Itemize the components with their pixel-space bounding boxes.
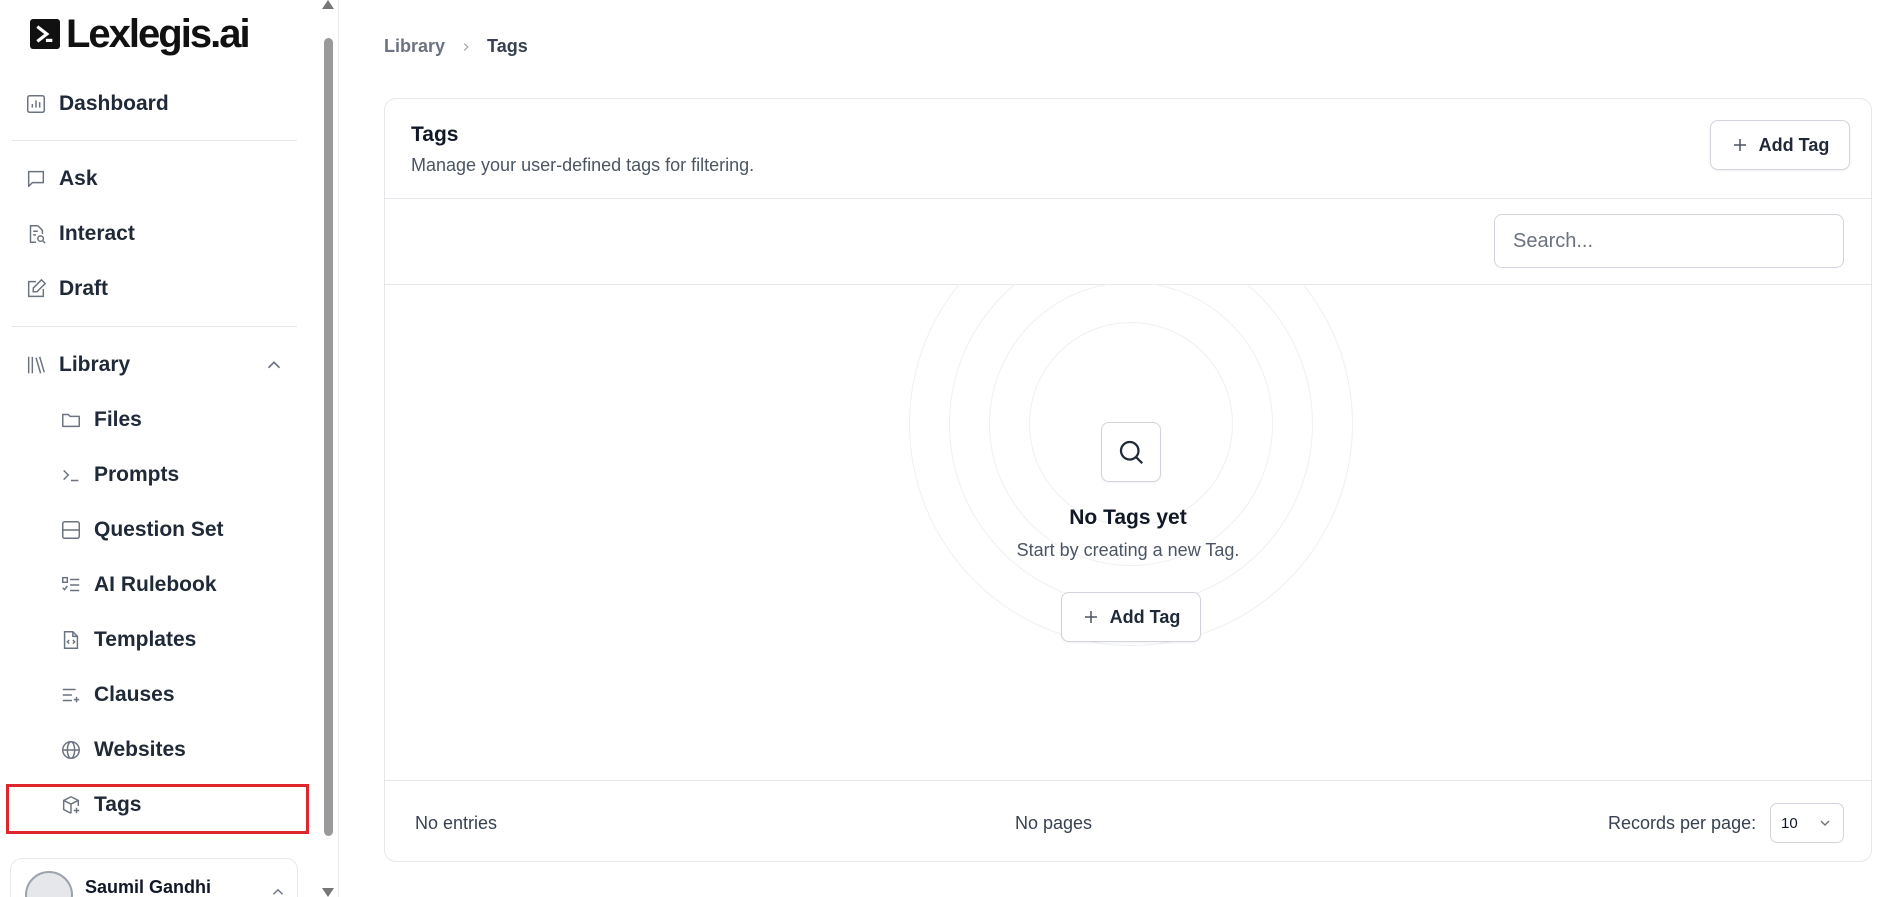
card-divider — [385, 780, 1871, 781]
terminal-icon — [59, 463, 83, 487]
sidebar-border — [338, 0, 339, 897]
sidebar-item-label: Templates — [94, 628, 197, 651]
entries-count: No entries — [415, 813, 498, 833]
sidebar-item-label: Websites — [94, 738, 186, 761]
avatar — [25, 871, 73, 897]
edit-icon — [24, 277, 48, 301]
empty-subtitle: Start by creating a new Tag. — [1016, 540, 1240, 560]
sidebar: Lexlegis.ai Dashboard Ask Interact Draft… — [0, 0, 322, 897]
sidebar-item-ask[interactable]: Ask — [24, 159, 98, 199]
search-icon — [1119, 440, 1144, 465]
active-item-highlight — [6, 784, 309, 834]
sidebar-item-websites[interactable]: Websites — [59, 730, 186, 770]
chevron-up-icon — [273, 888, 283, 895]
pagination-status: No pages — [1015, 813, 1093, 833]
brand-name: Lexlegis.ai — [66, 12, 251, 56]
sidebar-item-label: Prompts — [94, 463, 180, 486]
library-icon — [24, 353, 48, 377]
logo-mark-icon — [30, 19, 60, 49]
folder-icon — [59, 408, 83, 432]
tags-card: Tags Manage your user-defined tags for f… — [384, 98, 1872, 862]
sidebar-item-label: Draft — [59, 277, 109, 300]
sidebar-item-interact[interactable]: Interact — [24, 214, 135, 254]
sidebar-item-library[interactable]: Library — [24, 345, 130, 385]
empty-title: No Tags yet — [1069, 506, 1187, 529]
add-tag-label: Add Tag — [1758, 134, 1830, 155]
chevron-up-icon[interactable] — [263, 354, 285, 376]
sidebar-scroll-thumb[interactable] — [324, 38, 333, 836]
list-plus-icon — [59, 683, 83, 707]
scroll-down-arrow-icon[interactable] — [322, 888, 334, 897]
breadcrumb-current: Tags — [487, 36, 528, 56]
chevron-down-icon — [1820, 820, 1830, 826]
add-tag-empty-button[interactable]: Add Tag — [1061, 592, 1201, 642]
add-tag-label: Add Tag — [1109, 606, 1181, 627]
add-tag-button[interactable]: Add Tag — [1710, 120, 1850, 170]
file-code-icon — [59, 628, 83, 652]
sidebar-item-label: Dashboard — [59, 92, 169, 115]
scroll-up-arrow-icon[interactable] — [322, 0, 334, 9]
page-title: Tags — [411, 123, 459, 146]
globe-icon — [59, 738, 83, 762]
sidebar-item-label: Library — [59, 353, 131, 376]
user-menu[interactable]: Saumil Gandhi — [10, 858, 298, 897]
panel-icon — [59, 518, 83, 542]
bar-chart-icon — [24, 92, 48, 116]
user-name: Saumil Gandhi — [85, 877, 212, 897]
sidebar-item-label: Files — [94, 408, 142, 431]
sidebar-item-label: Interact — [59, 222, 135, 245]
brand-logo[interactable]: Lexlegis.ai — [30, 12, 251, 56]
sidebar-item-clauses[interactable]: Clauses — [59, 675, 175, 715]
card-divider — [385, 198, 1871, 199]
empty-search-icon-box — [1101, 422, 1161, 482]
sidebar-item-label: Ask — [59, 167, 98, 190]
chevron-right-icon — [463, 42, 469, 51]
file-search-icon — [24, 222, 48, 246]
records-per-page-value: 10 — [1781, 814, 1798, 832]
plus-icon — [1733, 139, 1746, 151]
plus-icon — [1084, 611, 1097, 623]
message-square-icon — [24, 167, 48, 191]
records-per-page-select[interactable]: 10 — [1770, 803, 1844, 843]
sidebar-divider — [12, 140, 297, 141]
page-subtitle: Manage your user-defined tags for filter… — [411, 155, 755, 175]
empty-state: No Tags yet Start by creating a new Tag.… — [385, 284, 1871, 780]
sidebar-item-draft[interactable]: Draft — [24, 269, 108, 309]
sidebar-item-label: Clauses — [94, 683, 175, 706]
sidebar-item-files[interactable]: Files — [59, 400, 142, 440]
list-checks-icon — [59, 573, 83, 597]
sidebar-item-label: AI Rulebook — [94, 573, 217, 596]
records-per-page-label: Records per page: — [1608, 813, 1757, 833]
sidebar-item-prompts[interactable]: Prompts — [59, 455, 179, 495]
sidebar-item-question-set[interactable]: Question Set — [59, 510, 224, 550]
sidebar-item-label: Question Set — [94, 518, 224, 541]
sidebar-item-templates[interactable]: Templates — [59, 620, 196, 660]
breadcrumb-library[interactable]: Library — [384, 36, 445, 57]
sidebar-divider — [12, 326, 297, 327]
search-input[interactable] — [1494, 214, 1844, 268]
sidebar-item-dashboard[interactable]: Dashboard — [24, 84, 169, 124]
breadcrumb: Library Tags — [384, 36, 528, 57]
sidebar-item-ai-rulebook[interactable]: AI Rulebook — [59, 565, 217, 605]
